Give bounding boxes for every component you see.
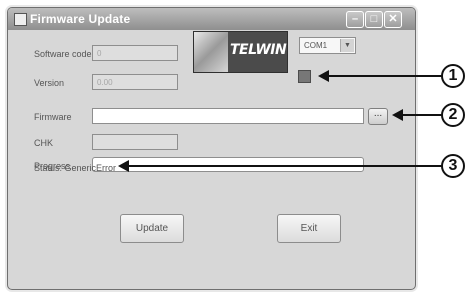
- minimize-icon[interactable]: –: [346, 11, 364, 28]
- version-label: Version: [34, 78, 65, 88]
- app-icon: [14, 13, 27, 26]
- callout-2-line: [402, 114, 446, 116]
- title-bar[interactable]: Firmware Update – □ ✕: [8, 8, 415, 30]
- port-select-value: COM1: [304, 41, 328, 50]
- chk-label: CHK: [34, 138, 54, 148]
- status-message: Status: GenericError: [34, 163, 117, 173]
- logo-text: TELWIN: [230, 42, 287, 58]
- telwin-logo: TELWIN: [193, 31, 288, 73]
- chk-field[interactable]: [92, 134, 178, 150]
- update-button[interactable]: Update: [120, 214, 184, 243]
- window-title: Firmware Update: [30, 12, 131, 26]
- callout-2-marker: 2: [441, 103, 465, 127]
- callout-1-line: [328, 75, 446, 77]
- port-select[interactable]: COM1 ▼: [299, 37, 356, 54]
- callout-3-line: [128, 165, 446, 167]
- callout-3-marker: 3: [441, 154, 465, 178]
- firmware-path-field[interactable]: [92, 108, 364, 124]
- maximize-icon[interactable]: □: [365, 11, 383, 28]
- chevron-down-icon[interactable]: ▼: [340, 39, 354, 52]
- callout-1-marker: 1: [441, 64, 465, 88]
- browse-button[interactable]: ...: [368, 108, 388, 125]
- software-code-label: Software code: [34, 49, 92, 59]
- connection-indicator: [298, 70, 311, 83]
- welder-figure-icon: [194, 32, 228, 72]
- version-field[interactable]: 0.00: [92, 74, 178, 90]
- close-icon[interactable]: ✕: [384, 11, 402, 28]
- firmware-label: Firmware: [34, 112, 72, 122]
- software-code-field[interactable]: 0: [92, 45, 178, 61]
- exit-button[interactable]: Exit: [277, 214, 341, 243]
